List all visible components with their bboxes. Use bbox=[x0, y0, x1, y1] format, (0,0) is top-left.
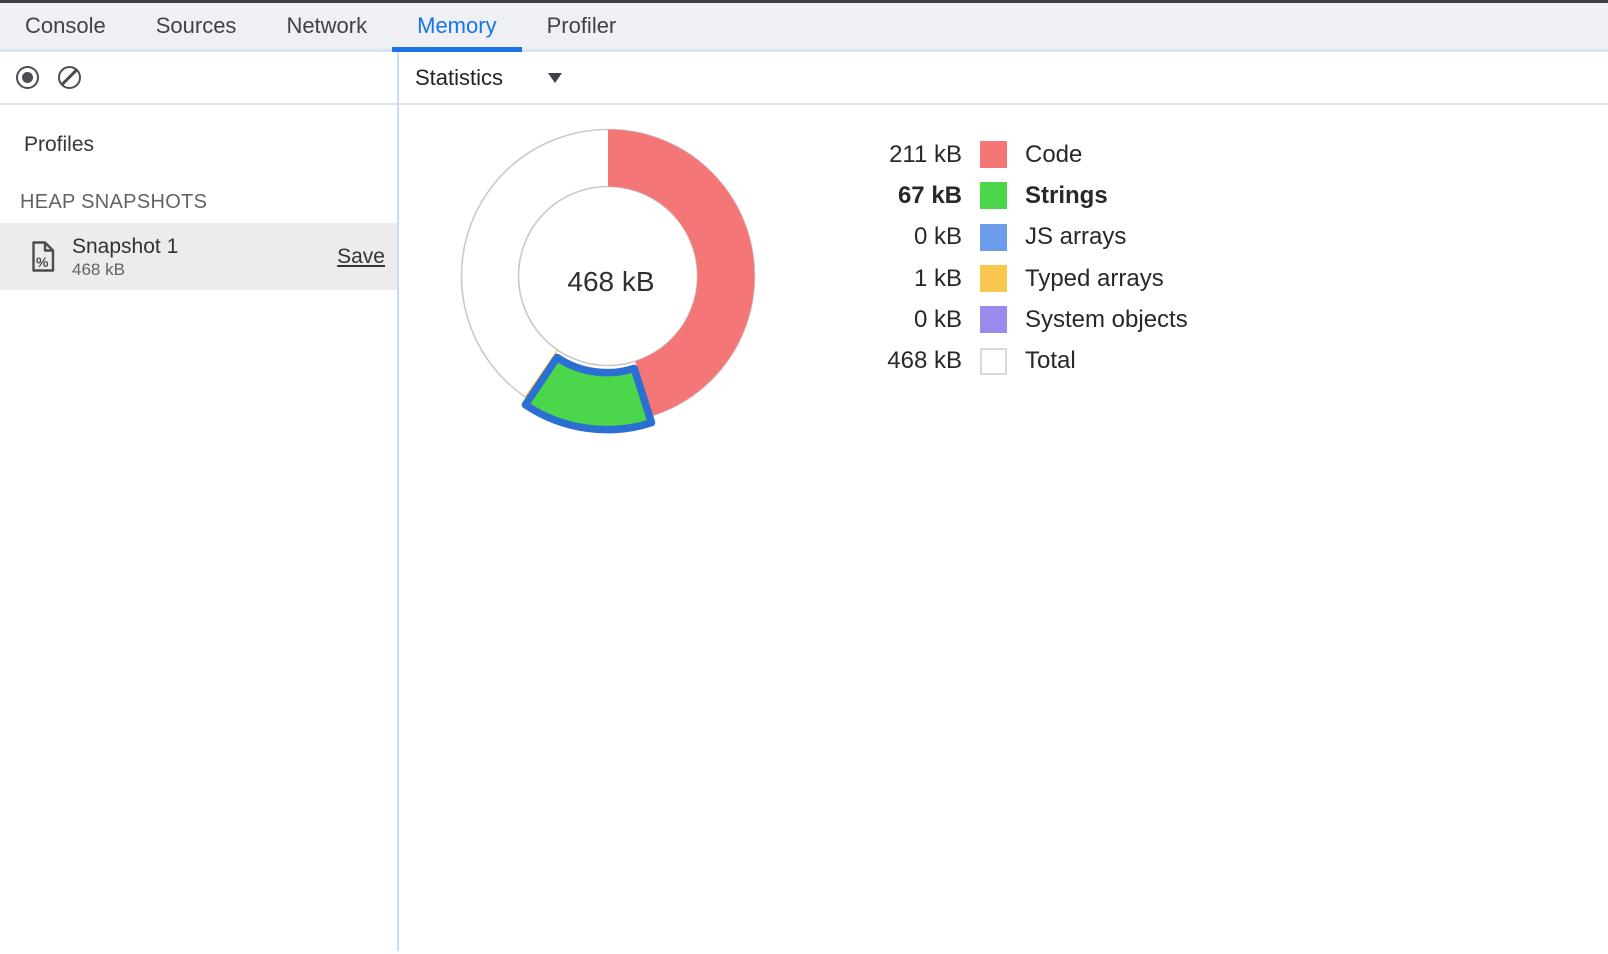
legend-swatch bbox=[980, 265, 1007, 292]
record-heap-snapshot-button[interactable] bbox=[14, 64, 41, 91]
snapshot-view-pane: Statistics 468 kB 211 kB Code 67 kB Strings… bbox=[399, 52, 1608, 951]
statistics-view: 468 kB 211 kB Code 67 kB Strings 0 kB JS arra… bbox=[399, 105, 1608, 951]
record-icon bbox=[16, 66, 39, 89]
legend-row-total[interactable]: 468 kB Total bbox=[870, 340, 1188, 381]
heap-snapshots-section-heading: HEAP SNAPSHOTS bbox=[20, 189, 397, 215]
chevron-down-icon bbox=[548, 73, 562, 83]
legend-label: JS arrays bbox=[1025, 223, 1126, 251]
devtools-content: Profiles HEAP SNAPSHOTS % Snapshot 1 468… bbox=[0, 52, 1608, 951]
chart-legend: 211 kB Code 67 kB Strings 0 kB JS arrays 1 kB T… bbox=[870, 134, 1188, 382]
legend-swatch bbox=[980, 182, 1007, 209]
legend-label: Code bbox=[1025, 141, 1082, 169]
legend-row-system-objects[interactable]: 0 kB System objects bbox=[870, 299, 1188, 340]
snapshot-title: Snapshot 1 bbox=[72, 234, 178, 260]
save-snapshot-link[interactable]: Save bbox=[337, 245, 385, 269]
sidebar-toolbar bbox=[0, 52, 397, 105]
legend-size: 211 kB bbox=[870, 141, 962, 169]
sidebar-body: Profiles HEAP SNAPSHOTS % Snapshot 1 468… bbox=[0, 105, 397, 951]
legend-swatch bbox=[980, 141, 1007, 168]
perspective-select-value: Statistics bbox=[415, 65, 503, 91]
snapshot-info: Snapshot 1 468 kB bbox=[72, 234, 178, 280]
tab-network[interactable]: Network bbox=[261, 3, 392, 49]
tab-sources[interactable]: Sources bbox=[131, 3, 262, 49]
tab-console[interactable]: Console bbox=[0, 3, 131, 49]
legend-swatch bbox=[980, 224, 1007, 251]
legend-row-code[interactable]: 211 kB Code bbox=[870, 134, 1188, 175]
devtools-tab-bar: Console Sources Network Memory Profiler bbox=[0, 3, 1608, 52]
svg-text:%: % bbox=[36, 254, 49, 270]
perspective-select[interactable]: Statistics bbox=[415, 65, 562, 91]
profiles-sidebar: Profiles HEAP SNAPSHOTS % Snapshot 1 468… bbox=[0, 52, 397, 951]
heap-snapshot-icon: % bbox=[30, 240, 56, 273]
clear-profiles-button[interactable] bbox=[56, 64, 83, 91]
legend-size: 67 kB bbox=[870, 182, 962, 210]
clear-icon bbox=[58, 66, 81, 89]
legend-label: System objects bbox=[1025, 306, 1188, 334]
legend-label: Total bbox=[1025, 347, 1076, 375]
snapshot-size: 468 kB bbox=[72, 260, 178, 280]
legend-row-strings[interactable]: 67 kB Strings bbox=[870, 175, 1188, 216]
heap-statistics-donut-chart: 468 kB bbox=[440, 110, 780, 450]
tab-profiler[interactable]: Profiler bbox=[522, 3, 642, 49]
tab-memory[interactable]: Memory bbox=[392, 3, 521, 49]
legend-row-typed-arrays[interactable]: 1 kB Typed arrays bbox=[870, 258, 1188, 299]
snapshot-list-item[interactable]: % Snapshot 1 468 kB Save bbox=[0, 223, 397, 290]
legend-size: 0 kB bbox=[870, 223, 962, 251]
legend-size: 1 kB bbox=[870, 265, 962, 293]
legend-size: 0 kB bbox=[870, 306, 962, 334]
legend-swatch bbox=[980, 306, 1007, 333]
legend-row-js-arrays[interactable]: 0 kB JS arrays bbox=[870, 217, 1188, 258]
legend-label: Typed arrays bbox=[1025, 265, 1164, 293]
legend-swatch bbox=[980, 348, 1007, 375]
profiles-heading: Profiles bbox=[24, 131, 397, 159]
legend-size: 468 kB bbox=[870, 347, 962, 375]
snapshot-view-toolbar: Statistics bbox=[399, 52, 1608, 105]
legend-label: Strings bbox=[1025, 182, 1108, 210]
donut-center-total-label: 468 kB bbox=[567, 266, 654, 297]
